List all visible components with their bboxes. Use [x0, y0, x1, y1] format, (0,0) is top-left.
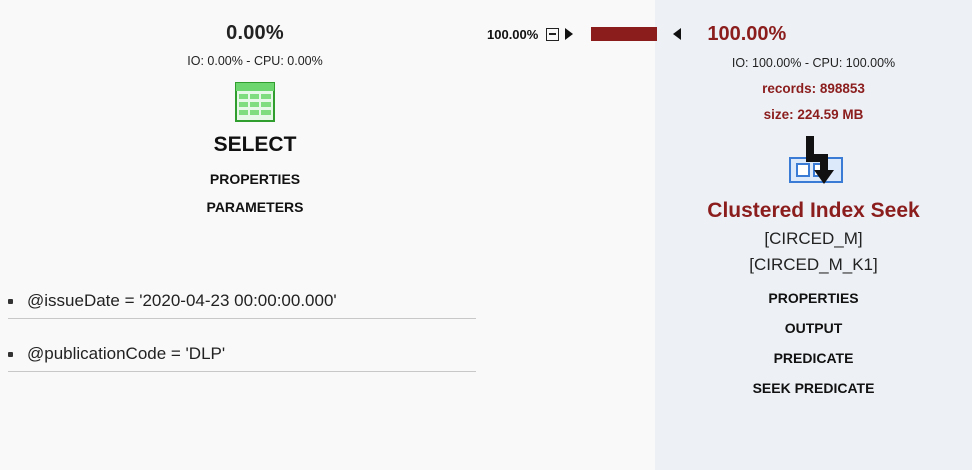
clustered-index-seek-icon	[788, 136, 843, 184]
parameter-row: @publicationCode = 'DLP'	[8, 337, 476, 372]
triangle-left-icon[interactable]	[673, 28, 682, 40]
seek-table-name: [CIRCED_M]	[764, 229, 863, 248]
parameter-row: @issueDate = '2020-04-23 00:00:00.000'	[8, 284, 476, 319]
triangle-right-icon[interactable]	[565, 28, 574, 40]
seek-records: records: 898853	[762, 81, 865, 96]
data-flow-connector: 100.00% 100.00%	[487, 23, 786, 45]
parameter-text: @publicationCode = 'DLP'	[27, 344, 226, 363]
select-io-cpu: IO: 0.00% - CPU: 0.00%	[187, 54, 323, 68]
seek-seek-predicate-link[interactable]: SEEK PREDICATE	[655, 380, 972, 396]
select-cost-percent: 0.00%	[226, 22, 284, 44]
seek-title: Clustered Index Seek	[707, 199, 920, 222]
cost-bar	[591, 27, 658, 41]
clustered-index-seek-node[interactable]: IO: 100.00% - CPU: 100.00% records: 8988…	[655, 56, 972, 396]
seek-cost-percent: 100.00%	[707, 22, 787, 45]
bullet-icon	[8, 351, 13, 357]
seek-properties-link[interactable]: PROPERTIES	[655, 290, 972, 306]
select-title: SELECT	[213, 133, 297, 156]
parameter-text: @issueDate = '2020-04-23 00:00:00.000'	[27, 291, 337, 310]
bullet-icon	[8, 298, 13, 304]
seek-io-cpu: IO: 100.00% - CPU: 100.00%	[731, 56, 896, 70]
collapse-icon[interactable]	[546, 27, 560, 41]
connector-percent: 100.00%	[487, 26, 539, 42]
select-parameters-link[interactable]: PARAMETERS	[175, 199, 335, 215]
select-node[interactable]: 0.00% IO: 0.00% - CPU: 0.00% SELECT PROP…	[175, 22, 335, 215]
select-properties-link[interactable]: PROPERTIES	[175, 171, 335, 187]
seek-index-name: [CIRCED_M_K1]	[749, 255, 878, 274]
seek-output-link[interactable]: OUTPUT	[655, 320, 972, 336]
seek-size: size: 224.59 MB	[763, 107, 864, 122]
seek-predicate-link[interactable]: PREDICATE	[655, 350, 972, 366]
table-grid-icon	[235, 82, 275, 122]
